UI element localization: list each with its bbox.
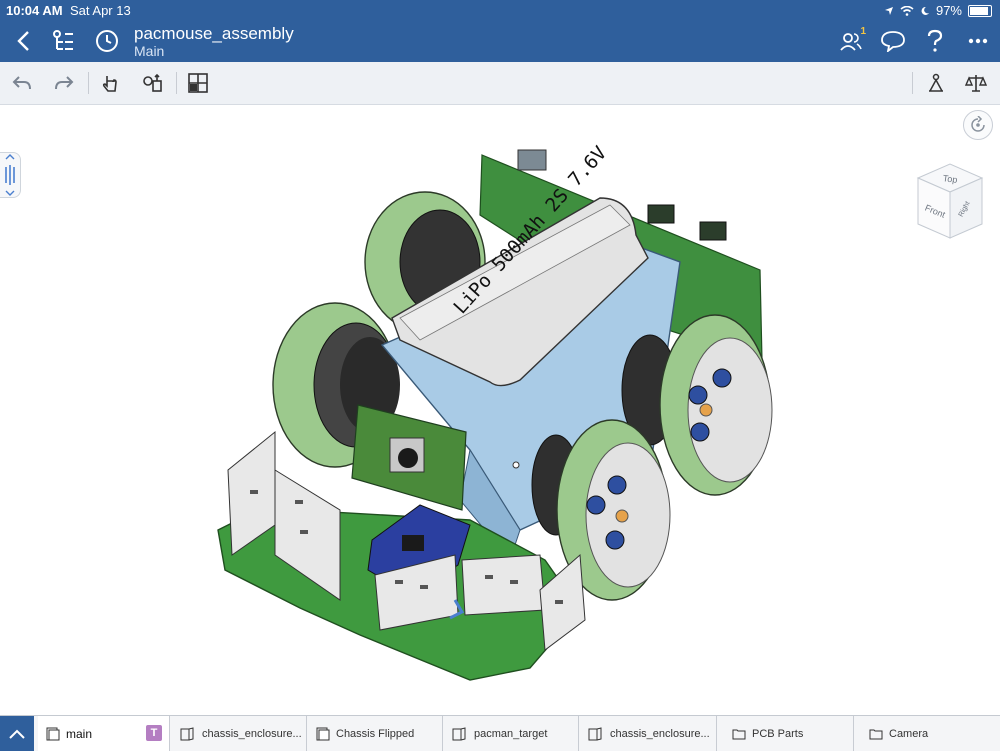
toolbar-divider	[88, 72, 89, 94]
folder-icon	[869, 728, 883, 740]
part-studio-icon	[180, 726, 196, 741]
rotate-icon	[971, 116, 985, 132]
tab-label: PCB Parts	[752, 727, 804, 740]
collaborators-icon	[840, 33, 862, 51]
rotate-view-button[interactable]	[963, 110, 993, 140]
help-icon	[927, 29, 943, 52]
document-title: pacmouse_assembly	[134, 24, 294, 43]
more-icon	[968, 38, 988, 44]
tab-pacman-target[interactable]: pacman_target	[444, 716, 579, 751]
view-cube[interactable]: Top Front Right	[908, 158, 988, 244]
tab-chassis-enclosure-1[interactable]: chassis_enclosure...	[172, 716, 307, 751]
toolbar	[0, 62, 1000, 105]
redo-button[interactable]	[50, 69, 78, 97]
comment-icon	[881, 31, 905, 52]
tab-label: chassis_enclosure...	[610, 727, 710, 740]
tab-label: main	[66, 726, 93, 741]
chevron-up-icon	[9, 729, 25, 739]
status-bar: 10:04 AM Sat Apr 13 97%	[0, 0, 1000, 20]
tab-type-badge: T	[146, 725, 162, 741]
tab-pcb-parts[interactable]: PCB Parts	[718, 716, 854, 751]
app-header: pacmouse_assembly Main 1	[0, 20, 1000, 62]
location-icon	[884, 6, 893, 15]
part-studio-icon	[588, 726, 604, 741]
tab-label: Camera	[889, 727, 929, 740]
tab-label: chassis_enclosure...	[202, 727, 302, 740]
mate-icon	[143, 73, 162, 92]
view-cube-top[interactable]: Top	[942, 173, 958, 185]
back-button[interactable]	[8, 26, 38, 56]
mass-properties-icon	[929, 73, 943, 92]
help-button[interactable]	[920, 26, 950, 56]
tab-label: Chassis Flipped	[336, 727, 415, 740]
select-icon	[102, 76, 117, 92]
history-icon	[96, 30, 118, 52]
battery-percent: 97%	[935, 3, 962, 18]
view-cube-graphic: Top Front Right	[916, 163, 984, 239]
feature-tree-button[interactable]	[48, 26, 78, 56]
feature-tree-icon	[53, 30, 73, 50]
panel-expand-icon	[5, 154, 15, 196]
status-indicators: 97%	[884, 3, 992, 18]
select-tool-button[interactable]	[96, 69, 124, 97]
graphics-viewport[interactable]: LiPo 500mAh 2S 7.6V Top Front Right	[0, 105, 1000, 715]
tab-chassis-enclosure-2[interactable]: chassis_enclosure...	[580, 716, 717, 751]
undo-icon	[12, 76, 31, 90]
mate-tool-button[interactable]	[138, 69, 166, 97]
more-button[interactable]	[963, 26, 993, 56]
collaborators-button[interactable]: 1	[836, 26, 866, 56]
redo-icon	[55, 76, 74, 90]
toolbar-divider	[176, 72, 177, 94]
measure-button[interactable]	[962, 69, 990, 97]
battery-icon	[968, 4, 992, 17]
assembly-tab-icon	[316, 727, 330, 741]
side-panel-handle[interactable]	[0, 152, 21, 198]
undo-button[interactable]	[8, 69, 36, 97]
tab-camera[interactable]: Camera	[855, 716, 1000, 751]
notification-badge: 1	[860, 26, 866, 37]
folder-icon	[732, 728, 746, 740]
part-studio-icon	[452, 726, 468, 741]
moon-icon	[921, 6, 929, 15]
mass-properties-button[interactable]	[922, 69, 950, 97]
view-layout-button[interactable]	[184, 69, 212, 97]
history-button[interactable]	[92, 26, 122, 56]
status-date: Sat Apr 13	[70, 3, 131, 18]
tab-label: pacman_target	[474, 727, 548, 740]
view-layout-icon	[188, 73, 208, 93]
tab-manager-button[interactable]	[0, 716, 34, 751]
workspace-name: Main	[134, 43, 165, 59]
back-icon	[17, 31, 29, 51]
wifi-icon	[900, 5, 914, 16]
measure-icon	[965, 75, 987, 92]
comments-button[interactable]	[878, 26, 908, 56]
tab-chassis-flipped[interactable]: Chassis Flipped	[308, 716, 443, 751]
status-time: 10:04 AM	[6, 3, 63, 18]
assembly-tab-icon	[46, 727, 60, 741]
tab-bar: main T chassis_enclosure... Chassis Flip…	[0, 715, 1000, 751]
toolbar-divider	[912, 72, 913, 94]
robot-assembly-model[interactable]: LiPo 500mAh 2S 7.6V	[0, 105, 1000, 715]
